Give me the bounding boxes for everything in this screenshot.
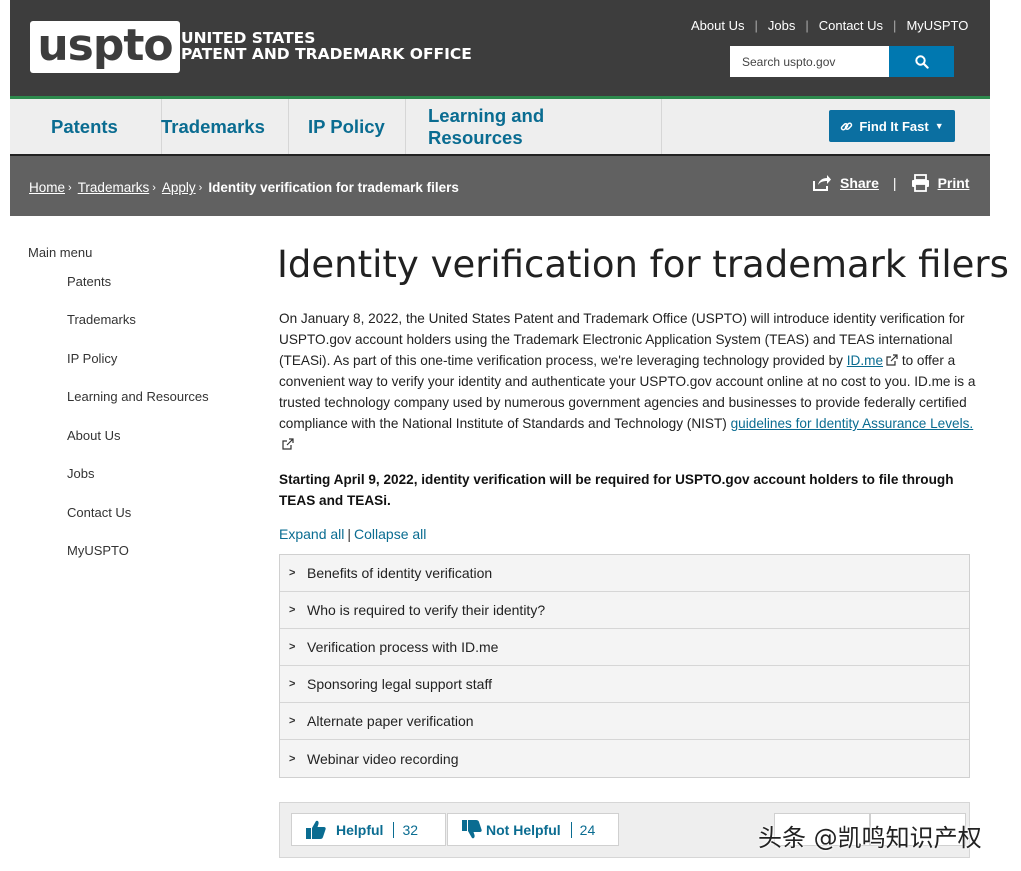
sidebar-item-about[interactable]: About Us: [67, 428, 120, 443]
breadcrumb-home[interactable]: Home: [29, 180, 65, 195]
nav-item-label: Learning and Resources: [428, 104, 545, 148]
print-link[interactable]: Print: [938, 175, 970, 191]
nav-item-label: Trademarks: [161, 115, 265, 137]
breadcrumb-apply[interactable]: Apply: [162, 180, 196, 195]
chevron-right-icon: ›: [68, 181, 72, 194]
link-icon: [841, 121, 853, 131]
sidebar-item-ip-policy[interactable]: IP Policy: [67, 351, 117, 366]
util-link-jobs[interactable]: Jobs: [758, 18, 805, 33]
chevron-right-icon: >: [289, 567, 296, 579]
helpful-count: 32: [393, 821, 418, 838]
find-it-fast-label: Find It Fast: [859, 118, 929, 134]
watermark: 头条 @凯鸣知识产权: [758, 824, 982, 852]
not-helpful-count: 24: [570, 821, 595, 838]
accordion-item-benefits[interactable]: > Benefits of identity verification: [280, 555, 969, 592]
thumbs-up-icon: [306, 820, 326, 839]
search-input[interactable]: Search uspto.gov: [730, 46, 890, 77]
helpful-button[interactable]: Helpful 32: [291, 813, 446, 846]
external-link-icon: [886, 354, 898, 366]
page-title: Identity verification for trademark file…: [277, 243, 1009, 286]
org-name-line2: PATENT AND TRADEMARK OFFICE: [181, 45, 472, 63]
chevron-right-icon: ›: [152, 181, 156, 194]
search-button[interactable]: [889, 46, 954, 77]
nav-item-label: IP Policy: [308, 115, 385, 137]
sidebar-heading[interactable]: Main menu: [28, 245, 92, 260]
chevron-right-icon: >: [289, 752, 296, 765]
search-icon: [914, 54, 929, 69]
sidebar-item-learning[interactable]: Learning and Resources: [67, 389, 209, 404]
nist-guidelines-link[interactable]: guidelines for Identity Assurance Levels…: [731, 416, 974, 431]
accordion-item-process[interactable]: > Verification process with ID.me: [280, 629, 969, 666]
chevron-right-icon: >: [289, 604, 296, 616]
nav-item-learning[interactable]: Learning and Resources: [408, 99, 662, 154]
thumbs-down-icon: [462, 820, 482, 839]
chevron-right-icon: >: [289, 678, 296, 690]
nav-item-trademarks[interactable]: Trademarks: [141, 99, 289, 154]
requirement-notice: Starting April 9, 2022, identity verific…: [279, 472, 954, 508]
sidebar-item-jobs[interactable]: Jobs: [67, 466, 94, 481]
accordion-item-who-required[interactable]: > Who is required to verify their identit…: [280, 592, 969, 629]
intro-paragraph: On January 8, 2022, the United States Pa…: [279, 308, 979, 455]
chevron-right-icon: >: [289, 715, 296, 727]
not-helpful-button[interactable]: Not Helpful 24: [447, 813, 619, 846]
accordion-item-paper[interactable]: > Alternate paper verification: [280, 703, 969, 740]
accordion-item-label: Who is required to verify their identity…: [307, 602, 546, 618]
org-name: UNITED STATES PATENT AND TRADEMARK OFFIC…: [181, 30, 472, 62]
accordion-item-label: Webinar video recording: [307, 750, 459, 767]
expand-all-link[interactable]: Expand all: [279, 526, 344, 542]
caret-down-icon: ▼: [934, 121, 944, 131]
accordion-item-legal-staff[interactable]: > Sponsoring legal support staff: [280, 666, 969, 703]
accordion-item-label: Verification process with ID.me: [307, 639, 499, 655]
external-link-icon: [282, 438, 294, 450]
print-icon: [911, 174, 929, 192]
find-it-fast-button[interactable]: Find It Fast ▼: [829, 110, 955, 142]
accordion-item-label: Alternate paper verification: [307, 713, 474, 729]
util-link-myuspto[interactable]: MyUSPTO: [896, 18, 978, 33]
org-name-line1: UNITED STATES: [181, 29, 316, 47]
collapse-all-link[interactable]: Collapse all: [354, 526, 426, 542]
chevron-right-icon: ›: [198, 181, 203, 194]
breadcrumb: Home › Trademarks › Apply › Identity verifi…: [29, 180, 459, 195]
chevron-right-icon: >: [289, 641, 296, 653]
share-link[interactable]: Share: [840, 175, 879, 191]
helpful-label: Helpful: [336, 821, 384, 838]
divider: |: [347, 526, 352, 542]
sidebar-item-patents[interactable]: Patents: [67, 274, 111, 289]
utility-links: About Us | Jobs | Contact Us | MyUSPTO: [681, 18, 978, 33]
sidebar-item-contact[interactable]: Contact Us: [67, 505, 131, 520]
share-icon: [813, 175, 831, 191]
breadcrumb-trademarks[interactable]: Trademarks: [78, 180, 150, 195]
util-link-about[interactable]: About Us: [681, 18, 754, 33]
expand-collapse-controls: Expand all | Collapse all: [279, 526, 426, 542]
nav-item-ip-policy[interactable]: IP Policy: [288, 99, 406, 154]
accordion-item-label: Benefits of identity verification: [307, 565, 493, 581]
util-link-contact[interactable]: Contact Us: [809, 18, 893, 33]
not-helpful-label: Not Helpful: [486, 821, 561, 838]
nav-item-label: Patents: [51, 115, 118, 137]
uspto-logo[interactable]: uspto: [30, 21, 180, 73]
sidebar-item-trademarks[interactable]: Trademarks: [67, 312, 136, 327]
breadcrumb-current: Identity verification for trademark file…: [208, 180, 459, 195]
page-tools: Share | Print: [812, 174, 969, 192]
sidebar-item-myuspto[interactable]: MyUSPTO: [67, 543, 129, 558]
divider: |: [892, 175, 897, 191]
breadcrumb-bar: Home › Trademarks › Apply › Identity verifi…: [10, 154, 990, 216]
accordion-item-label: Sponsoring legal support staff: [307, 676, 492, 692]
accordion: > Benefits of identity verification > Who …: [279, 554, 970, 778]
site-header: uspto UNITED STATES PATENT AND TRADEMARK…: [10, 0, 990, 96]
idme-link[interactable]: ID.me: [847, 353, 883, 368]
main-nav: Patents Trademarks IP Policy Learning an…: [10, 96, 990, 154]
accordion-item-webinar[interactable]: > Webinar video recording: [280, 740, 969, 777]
